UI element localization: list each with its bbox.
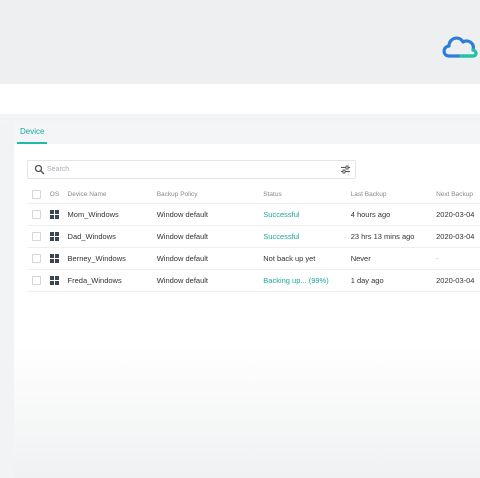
select-all-checkbox[interactable] xyxy=(32,190,41,199)
next-backup: 2020-03-04 xyxy=(436,225,480,248)
column-header-os: OS xyxy=(49,186,68,204)
windows-icon xyxy=(49,276,59,286)
divider xyxy=(0,114,480,122)
device-table: OS Device Name Backup Policy Status Last… xyxy=(28,186,480,292)
device-name[interactable]: Mom_Windows xyxy=(67,203,157,226)
header-checkbox-cell xyxy=(28,186,50,204)
device-name[interactable]: Dad_Windows xyxy=(67,225,157,248)
column-header-last-backup[interactable]: Last Backup xyxy=(350,186,437,204)
search-placeholder: Search xyxy=(47,166,70,173)
cloud-logo-icon xyxy=(442,36,478,58)
table-header-row: OS Device Name Backup Policy Status Last… xyxy=(28,186,480,204)
search-input[interactable]: Search xyxy=(27,160,356,179)
row-checkbox[interactable] xyxy=(32,254,41,264)
last-backup: 1 day ago xyxy=(350,269,437,292)
windows-icon xyxy=(49,254,59,264)
row-checkbox[interactable] xyxy=(32,276,41,286)
column-header-device-name[interactable]: Device Name xyxy=(67,186,157,204)
search-icon xyxy=(34,164,45,175)
windows-icon xyxy=(49,210,59,220)
backup-policy: Window default xyxy=(156,203,264,226)
last-backup: 4 hours ago xyxy=(350,203,437,226)
status-text: Successful xyxy=(263,203,351,226)
windows-icon xyxy=(49,232,59,242)
column-header-next-backup[interactable]: Next Backup xyxy=(436,186,480,204)
row-checkbox[interactable] xyxy=(32,232,41,242)
backup-policy: Window default xyxy=(156,225,264,248)
device-name[interactable]: Berney_Windows xyxy=(67,247,157,270)
status-text: Successful xyxy=(263,225,351,248)
table-row[interactable]: Dad_Windows Window default Successful 23… xyxy=(28,225,480,248)
header-strip xyxy=(0,84,480,114)
column-header-status[interactable]: Status xyxy=(263,186,351,204)
last-backup: 23 hrs 13 mins ago xyxy=(350,225,437,248)
next-backup: - xyxy=(436,247,480,270)
tab-device[interactable]: Device xyxy=(17,125,48,144)
filter-icon[interactable] xyxy=(340,164,351,175)
last-backup: Never xyxy=(350,247,437,270)
backup-policy: Window default xyxy=(156,247,264,270)
device-name[interactable]: Freda_Windows xyxy=(67,269,157,292)
table-row[interactable]: Freda_Windows Window default Backing up.… xyxy=(28,269,480,292)
next-backup: 2020-03-04 xyxy=(436,269,480,292)
table-row[interactable]: Mom_Windows Window default Successful 4 … xyxy=(28,203,480,226)
status-text: Backing up... (99%) xyxy=(263,269,351,292)
column-header-backup-policy[interactable]: Backup Policy xyxy=(156,186,264,204)
device-panel: Search OS Device Name Backup Policy Stat… xyxy=(14,144,480,478)
status-text: Not back up yet xyxy=(263,247,351,270)
backup-policy: Window default xyxy=(156,269,264,292)
next-backup: 2020-03-04 xyxy=(436,203,480,226)
row-checkbox[interactable] xyxy=(32,210,41,220)
table-row[interactable]: Berney_Windows Window default Not back u… xyxy=(28,247,480,270)
top-bar xyxy=(0,0,480,84)
tab-bar: Device xyxy=(14,122,480,144)
